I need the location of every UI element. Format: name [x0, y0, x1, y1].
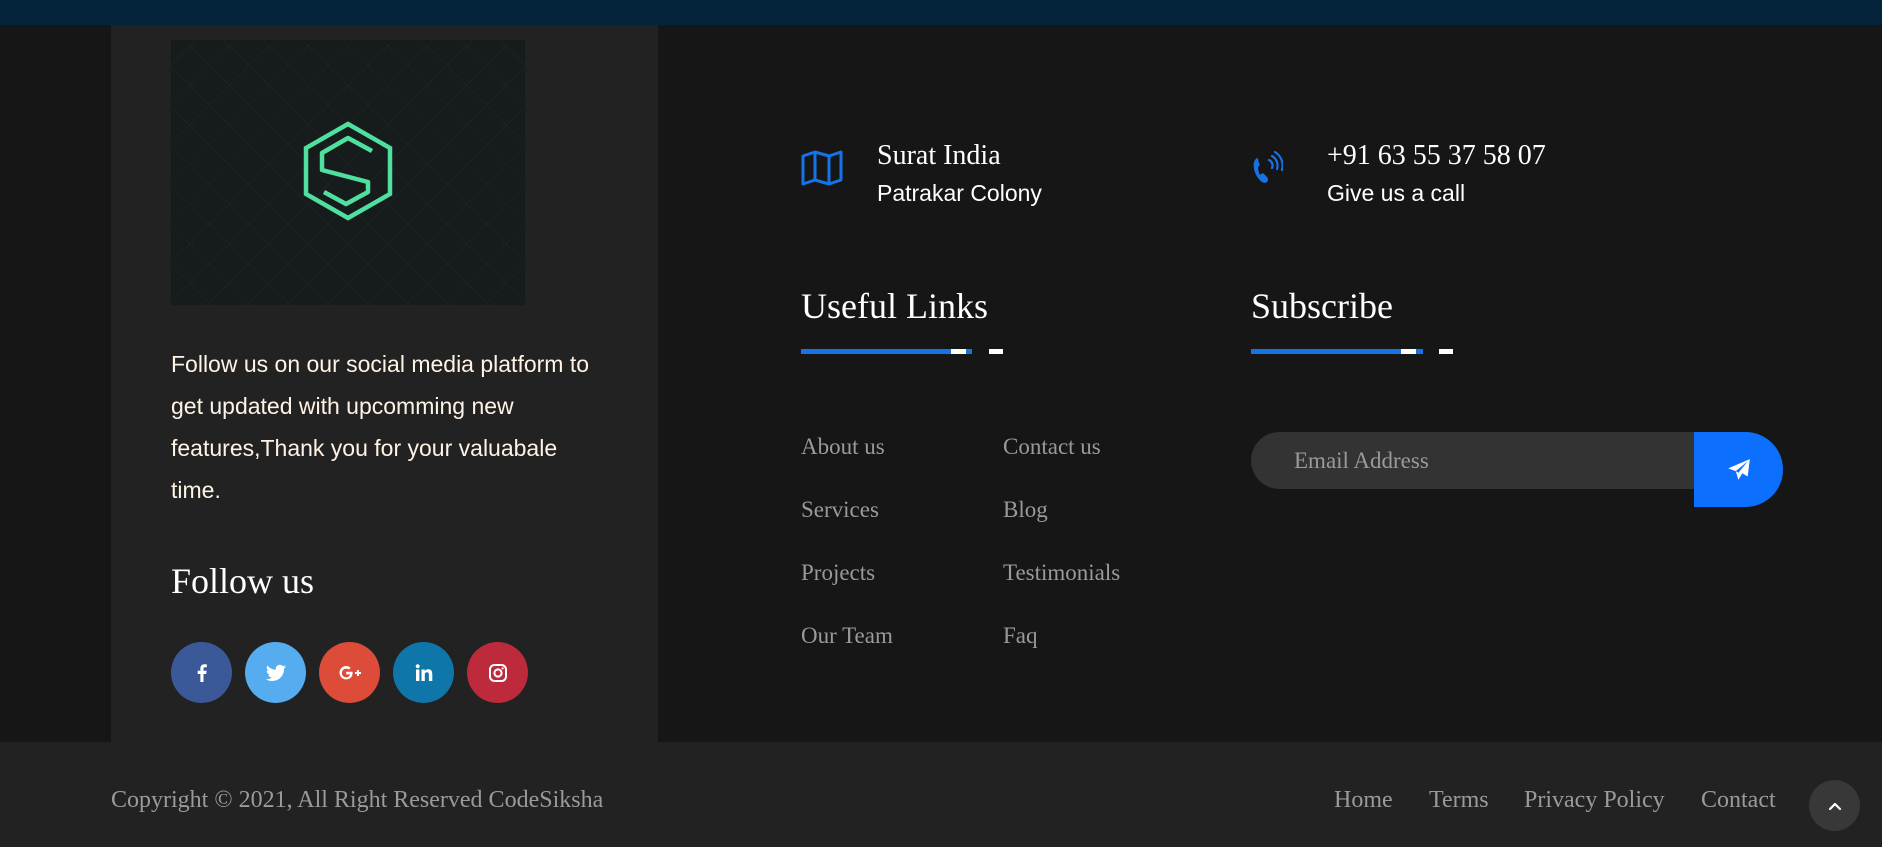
google-plus-button[interactable]: [319, 642, 380, 703]
logo-box: [171, 40, 525, 305]
about-text: Follow us on our social media platform t…: [171, 351, 590, 503]
twitter-button[interactable]: [245, 642, 306, 703]
hexagon-s-logo-icon: [303, 121, 393, 221]
link-testimonials[interactable]: Testimonials: [1003, 560, 1120, 586]
chevron-up-icon: [1828, 802, 1841, 810]
link-contact-us[interactable]: Contact us: [1003, 434, 1101, 460]
subscribe-heading: Subscribe: [1251, 286, 1393, 326]
instagram-icon: [488, 663, 507, 682]
twitter-icon: [265, 664, 286, 681]
scroll-top-button[interactable]: [1809, 780, 1860, 831]
linkedin-icon: [415, 663, 432, 681]
address-subtitle: Patrakar Colony: [877, 180, 1042, 206]
instagram-button[interactable]: [467, 642, 528, 703]
useful-links-heading: Useful Links: [801, 286, 988, 326]
google-plus-icon: [339, 665, 361, 679]
bottom-bar: Copyright © 2021, All Right Reserved Cod…: [0, 742, 1882, 847]
subscribe-form: [1251, 432, 1783, 507]
top-strip: [0, 0, 1882, 25]
footer-nav-contact[interactable]: Contact: [1701, 787, 1776, 814]
link-blog[interactable]: Blog: [1003, 497, 1048, 523]
subscribe-underline: [1251, 349, 1453, 354]
link-our-team[interactable]: Our Team: [801, 623, 893, 649]
follow-us-heading: Follow us: [171, 561, 315, 601]
footer-nav-terms[interactable]: Terms: [1429, 787, 1489, 814]
facebook-icon: [197, 663, 207, 682]
footer-nav-privacy-policy[interactable]: Privacy Policy: [1524, 787, 1665, 814]
linkedin-button[interactable]: [393, 642, 454, 703]
subscribe-button[interactable]: [1694, 432, 1783, 507]
paper-plane-icon: [1727, 458, 1750, 480]
facebook-button[interactable]: [171, 642, 232, 703]
copyright-text: Copyright © 2021, All Right Reserved Cod…: [111, 787, 604, 813]
address-title: Surat India: [877, 140, 1001, 171]
footer-main: Follow us on our social media platform t…: [0, 25, 1882, 761]
phone-subtitle: Give us a call: [1327, 180, 1466, 206]
email-input[interactable]: [1251, 432, 1696, 489]
social-links: [171, 642, 528, 703]
map-icon: [801, 150, 843, 186]
link-services[interactable]: Services: [801, 497, 879, 523]
link-about-us[interactable]: About us: [801, 434, 885, 460]
useful-links-underline: [801, 349, 1003, 354]
footer-nav-home[interactable]: Home: [1334, 787, 1393, 814]
phone-ring-icon: [1253, 150, 1283, 183]
phone-number: +91 63 55 37 58 07: [1327, 140, 1546, 171]
link-faq[interactable]: Faq: [1003, 623, 1038, 649]
link-projects[interactable]: Projects: [801, 560, 875, 586]
about-card: Follow us on our social media platform t…: [111, 25, 658, 761]
